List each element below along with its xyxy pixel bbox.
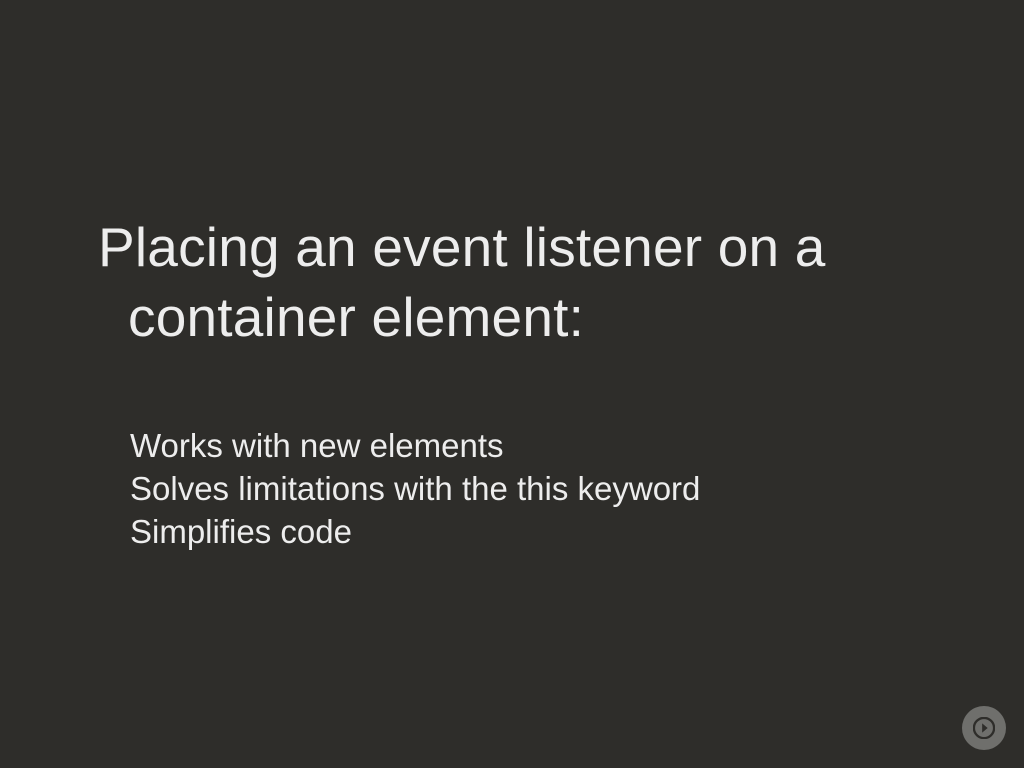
slide-heading: Placing an event listener on a container…: [98, 212, 928, 353]
slide: Placing an event listener on a container…: [0, 0, 1024, 768]
heading-line-2: container element:: [98, 282, 928, 352]
bullet-point: Solves limitations with the this keyword: [130, 468, 930, 511]
next-slide-button[interactable]: [962, 706, 1006, 750]
heading-line-1: Placing an event listener on a: [98, 212, 928, 282]
bullet-point: Works with new elements: [130, 425, 930, 468]
arrow-right-circle-icon: [973, 717, 995, 739]
bullet-point: Simplifies code: [130, 511, 930, 554]
slide-body: Works with new elements Solves limitatio…: [130, 425, 930, 554]
